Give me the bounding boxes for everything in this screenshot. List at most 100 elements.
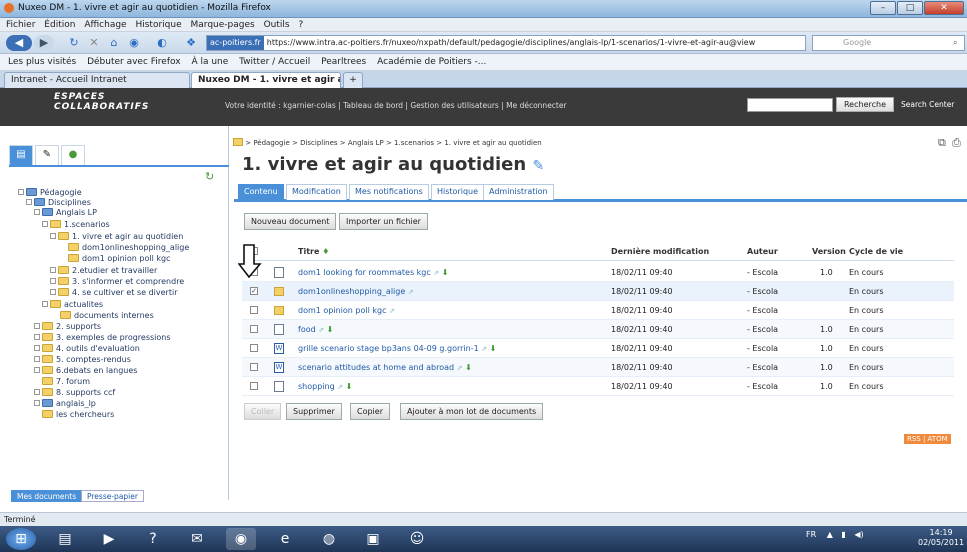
tab-mes-documents[interactable]: Mes documents [11, 490, 83, 502]
row-checkbox[interactable] [250, 325, 258, 333]
start-button[interactable]: ⊞ [6, 528, 36, 550]
column-modified-header[interactable]: Dernière modification [611, 242, 709, 261]
table-row[interactable]: dom1 opinion poll kgc ⇗ 18/02/11 09:40 -… [242, 301, 954, 320]
tree-item[interactable]: Pédagogie [18, 188, 82, 198]
tree-item[interactable]: Anglais LP [34, 208, 97, 218]
tree-item[interactable]: 2. supports [34, 322, 101, 332]
rss-atom-links[interactable]: RSS | ATOM [904, 434, 951, 444]
document-title-link[interactable]: scenario attitudes at home and abroad [298, 363, 454, 372]
collapse-icon[interactable] [42, 221, 48, 227]
table-row[interactable]: food ⇗ ⬇ 18/02/11 09:40 - Escola 1.0 En … [242, 320, 954, 339]
bookmark-news[interactable]: À la une [191, 54, 228, 71]
tab-historique[interactable]: Historique [431, 184, 485, 200]
bookmark-getting-started[interactable]: Débuter avec Firefox [87, 54, 181, 71]
import-file-button[interactable]: Importer un fichier [339, 213, 428, 230]
expand-icon[interactable] [34, 400, 40, 406]
expand-icon[interactable] [50, 278, 56, 284]
expand-icon[interactable] [50, 267, 56, 273]
forward-button[interactable]: ▶ [34, 35, 54, 51]
menu-fichier[interactable]: Fichier [6, 18, 35, 32]
copy-link-icon[interactable]: ⧉ [938, 136, 946, 150]
menu-affichage[interactable]: Affichage [84, 18, 126, 32]
external-link-icon[interactable]: ⇗ [433, 269, 439, 277]
row-checkbox-checked[interactable]: ✓ [250, 287, 258, 295]
download-icon[interactable]: ⬇ [346, 382, 353, 391]
tree-item[interactable]: 5. comptes-rendus [34, 355, 131, 365]
expand-icon[interactable] [34, 323, 40, 329]
document-title-link[interactable]: dom1 opinion poll kgc [298, 306, 386, 315]
tree-item[interactable]: documents internes [60, 311, 154, 321]
browser-tab-intranet[interactable]: Intranet - Accueil Intranet [4, 72, 190, 88]
stop-icon[interactable]: ✕ [86, 35, 102, 51]
tab-presse-papier[interactable]: Presse-papier [81, 490, 144, 502]
document-title-link[interactable]: dom1 looking for roommates kgc [298, 268, 431, 277]
table-row[interactable]: ✓ dom1onlineshopping_alige ⇗ 18/02/11 09… [242, 282, 954, 301]
tab-mes-notifications[interactable]: Mes notifications [349, 184, 429, 200]
print-icon[interactable]: ⎙ [952, 136, 961, 150]
bookmark-icon[interactable]: ◉ [126, 35, 142, 51]
tree-item[interactable]: dom1onlineshopping_alige [68, 243, 189, 253]
external-link-icon[interactable]: ⇗ [408, 288, 414, 296]
edit-title-icon[interactable]: ✎ [532, 158, 544, 174]
home-icon[interactable]: ⌂ [106, 35, 122, 51]
browser-tab-nuxeo[interactable]: Nuxeo DM - 1. vivre et agir au qu... [191, 72, 341, 88]
bookmark-twitter[interactable]: Twitter / Accueil [239, 54, 310, 71]
volume-icon[interactable]: ◀) [854, 530, 863, 539]
help-icon[interactable]: ? [138, 528, 168, 550]
download-icon[interactable]: ⬇ [442, 268, 449, 277]
firefox-taskbar-icon[interactable]: ◉ [226, 528, 256, 550]
address-bar[interactable]: ac-poitiers.fr https://www.intra.ac-poiti… [206, 35, 806, 51]
column-lifecycle-header[interactable]: Cycle de vie [849, 242, 903, 261]
search-center-link[interactable]: Search Center [901, 100, 954, 109]
menu-outils[interactable]: Outils [264, 18, 290, 32]
expand-icon[interactable] [42, 301, 48, 307]
table-row[interactable]: dom1 looking for roommates kgc ⇗ ⬇ 18/02… [242, 263, 954, 282]
maximize-button[interactable]: □ [897, 1, 923, 15]
menu-edition[interactable]: Édition [44, 18, 75, 32]
external-link-icon[interactable]: ⇗ [318, 326, 324, 334]
home-folder-icon[interactable] [233, 138, 243, 146]
tab-administration[interactable]: Administration [483, 184, 554, 200]
tree-item[interactable]: dom1 opinion poll kgc [68, 254, 170, 264]
column-version-header[interactable]: Version [812, 242, 846, 261]
addon-icon[interactable]: ❖ [182, 35, 200, 51]
show-hidden-icons-icon[interactable]: ▲ [827, 530, 833, 539]
search-button[interactable]: Recherche [836, 97, 894, 112]
network-icon[interactable]: ▮ [841, 530, 845, 539]
globe-tab-icon[interactable]: ● [61, 145, 85, 165]
tree-item[interactable]: anglais_lp [34, 399, 96, 409]
identity-links[interactable]: Votre identité : kgarnier-colas | Tablea… [225, 101, 567, 110]
media-app-icon[interactable]: ▣ [358, 528, 388, 550]
explorer-icon[interactable]: ▤ [50, 528, 80, 550]
chrome-icon[interactable]: ◍ [314, 528, 344, 550]
external-link-icon[interactable]: ⇗ [457, 364, 463, 372]
tree-item[interactable]: 4. se cultiver et se divertir [50, 288, 177, 298]
row-checkbox[interactable] [250, 382, 258, 390]
tree-item[interactable]: 8. supports ccf [34, 388, 115, 398]
download-icon[interactable]: ⬇ [327, 325, 334, 334]
tree-item[interactable]: 1. vivre et agir au quotidien [50, 232, 183, 242]
external-link-icon[interactable]: ⇗ [481, 345, 487, 353]
app-search-input[interactable] [747, 98, 833, 112]
new-tab-button[interactable]: + [343, 72, 363, 88]
table-row[interactable]: W scenario attitudes at home and abroad … [242, 358, 954, 377]
tree-item[interactable]: 4. outils d'evaluation [34, 344, 140, 354]
clock[interactable]: 14:19 02/05/2011 [918, 528, 964, 548]
document-title-link[interactable]: food [298, 325, 316, 334]
tag-tab-icon[interactable]: ✎ [35, 145, 59, 165]
copy-button[interactable]: Copier [350, 403, 390, 420]
reload-icon[interactable]: ↻ [66, 35, 82, 51]
minimize-button[interactable]: – [870, 1, 896, 15]
internet-explorer-icon[interactable]: e [270, 528, 300, 550]
tab-contenu[interactable]: Contenu [238, 184, 284, 200]
collapse-icon[interactable] [18, 189, 24, 195]
tree-item[interactable]: 2.etudier et travailler [50, 266, 157, 276]
expand-icon[interactable] [34, 389, 40, 395]
download-icon[interactable]: ⬇ [465, 363, 472, 372]
table-row[interactable]: W grille scenario stage bp3ans 04-09 g.g… [242, 339, 954, 358]
expand-icon[interactable] [34, 367, 40, 373]
language-indicator[interactable]: FR [806, 530, 816, 539]
expand-icon[interactable] [34, 334, 40, 340]
collapse-icon[interactable] [26, 199, 32, 205]
bookmark-academie[interactable]: Académie de Poitiers -... [377, 54, 486, 71]
